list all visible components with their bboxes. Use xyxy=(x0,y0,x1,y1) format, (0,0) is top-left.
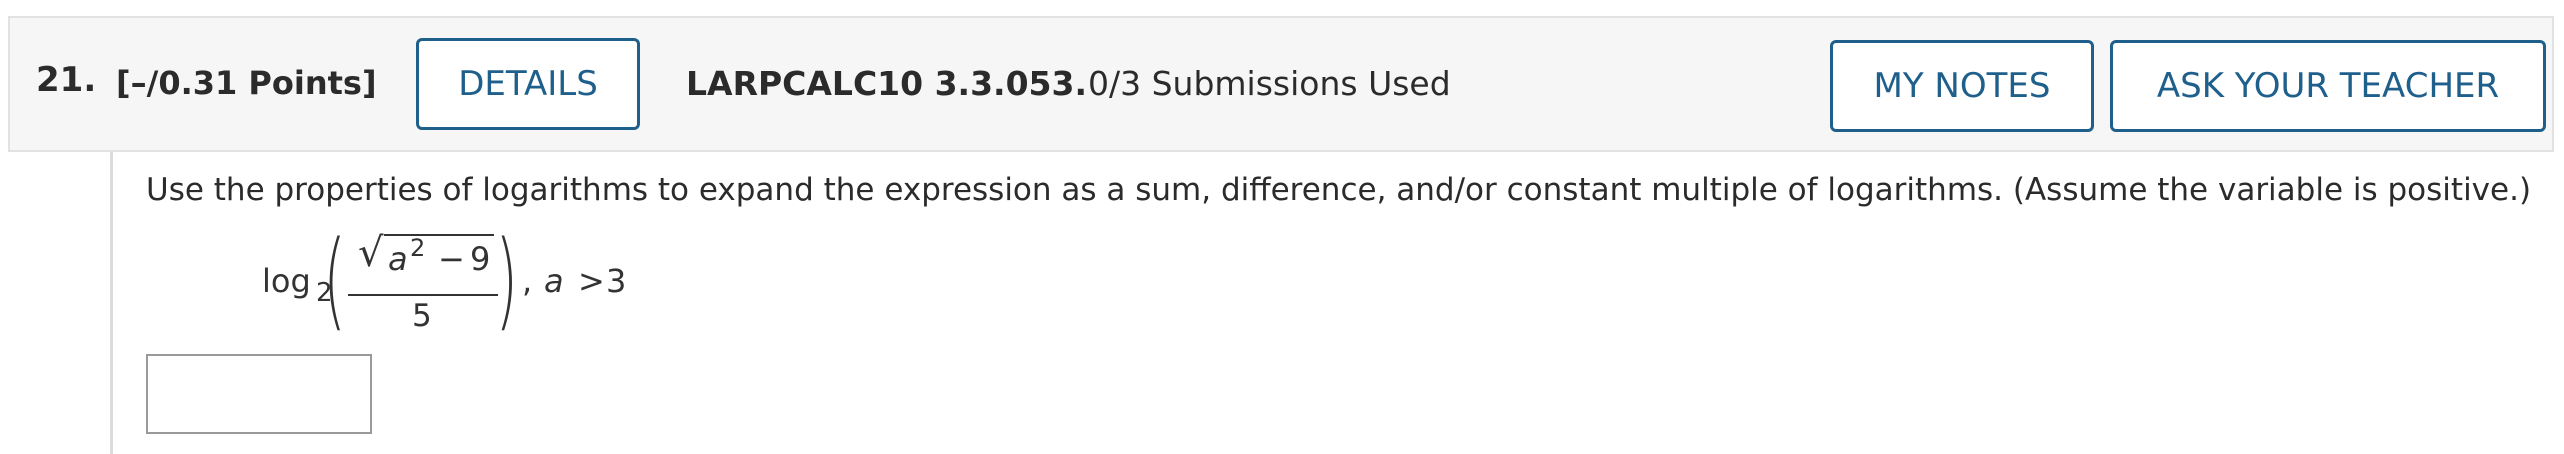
problem-code: LARPCALC10 3.3.053. xyxy=(686,64,1087,103)
submissions-used: 0/3 Submissions Used xyxy=(1088,64,1451,103)
numerator-minus: − xyxy=(438,240,465,278)
left-paren: ( xyxy=(323,218,347,341)
numerator-constant: 9 xyxy=(470,240,491,278)
question-number: 21. xyxy=(36,60,97,100)
right-paren: ) xyxy=(495,218,519,341)
log-label: log xyxy=(262,262,311,300)
my-notes-button[interactable]: MY NOTES xyxy=(1830,40,2094,132)
condition-operator: > xyxy=(578,262,605,300)
separator: , xyxy=(522,262,533,300)
sqrt-bar xyxy=(384,234,494,236)
ask-your-teacher-button[interactable]: ASK YOUR TEACHER xyxy=(2110,40,2546,132)
fraction-bar xyxy=(348,294,498,296)
question-prompt: Use the properties of logarithms to expa… xyxy=(146,172,2532,208)
numerator-exponent: 2 xyxy=(410,234,426,262)
condition-variable: a xyxy=(544,262,564,300)
question-points: [–/0.31 Points] xyxy=(116,64,377,102)
condition-value: 3 xyxy=(606,262,627,300)
numerator-variable: a xyxy=(388,240,408,278)
answer-input[interactable] xyxy=(146,354,372,434)
details-button[interactable]: DETAILS xyxy=(416,38,640,130)
sqrt-icon: √ xyxy=(358,230,384,276)
denominator: 5 xyxy=(412,298,432,334)
